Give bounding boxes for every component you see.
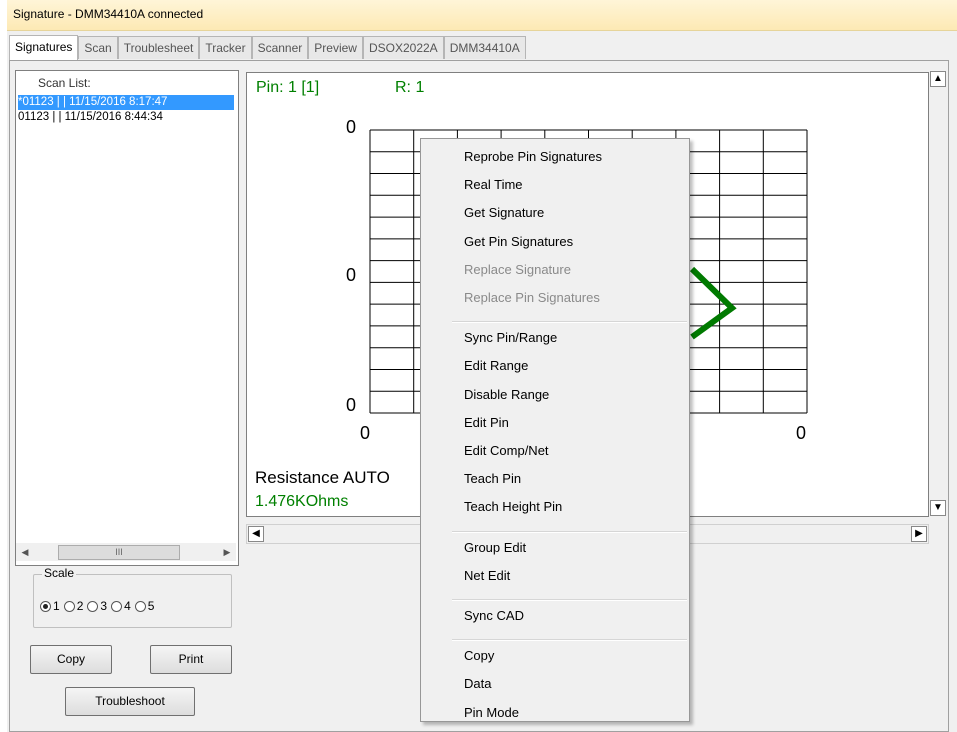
tab-troubleshoot[interactable]: Troublesheet bbox=[117, 36, 200, 59]
menu-item-data[interactable]: Data bbox=[464, 676, 491, 691]
x-axis-right-label: 0 bbox=[796, 423, 807, 443]
context-menu: Reprobe Pin Signatures Real Time Get Signa… bbox=[420, 138, 690, 722]
menu-item-net-edit[interactable]: Net Edit bbox=[464, 568, 510, 583]
menu-item-edit-range[interactable]: Edit Range bbox=[464, 358, 528, 373]
measurement-value: 1.476KOhms bbox=[255, 493, 349, 510]
radio-icon bbox=[111, 600, 123, 612]
scroll-left-icon[interactable]: ◀ bbox=[16, 543, 34, 561]
scan-list-item[interactable]: 01123 | | 11/15/2016 8:44:34 bbox=[18, 110, 234, 125]
tab-preview[interactable]: Preview bbox=[308, 36, 363, 59]
menu-item-replace-pin-signatures: Replace Pin Signatures bbox=[464, 290, 600, 305]
scale-option-label: 4 bbox=[124, 599, 131, 613]
signature-trace bbox=[689, 266, 737, 340]
scroll-left-icon[interactable]: ◀ bbox=[248, 526, 264, 542]
scale-radio-1[interactable]: 1 bbox=[40, 599, 60, 613]
scale-option-label: 3 bbox=[100, 599, 108, 613]
troubleshoot-button[interactable]: Troubleshoot bbox=[65, 687, 195, 716]
radio-icon bbox=[63, 600, 75, 612]
scale-option-label: 5 bbox=[147, 599, 155, 613]
menu-separator bbox=[452, 530, 687, 533]
radio-selected-icon bbox=[40, 600, 51, 612]
menu-item-get-pin-signatures[interactable]: Get Pin Signatures bbox=[464, 234, 573, 249]
window-title: Signature - DMM34410A connected bbox=[13, 7, 204, 21]
scale-radio-4[interactable]: 4 bbox=[111, 599, 131, 613]
menu-item-sync-cad[interactable]: Sync CAD bbox=[464, 608, 524, 623]
tab-dsox2022a[interactable]: DSOX2022A bbox=[362, 36, 444, 59]
menu-item-get-signature[interactable]: Get Signature bbox=[464, 205, 544, 220]
plot-vscrollbar[interactable]: ▲ ▼ bbox=[929, 70, 947, 518]
scroll-up-icon[interactable]: ▲ bbox=[930, 71, 946, 87]
menu-item-teach-height-pin[interactable]: Teach Height Pin bbox=[464, 499, 562, 514]
menu-item-replace-signature: Replace Signature bbox=[464, 261, 571, 277]
radio-icon bbox=[134, 600, 146, 612]
x-axis-left-label: 0 bbox=[360, 423, 371, 443]
menu-item-group-edit[interactable]: Group Edit bbox=[464, 540, 526, 555]
menu-item-disable-range[interactable]: Disable Range bbox=[464, 387, 549, 402]
menu-item-pin-mode[interactable]: Pin Mode bbox=[464, 705, 519, 720]
title-bar: Signature - DMM34410A connected bbox=[7, 0, 957, 31]
menu-item-teach-pin[interactable]: Teach Pin bbox=[464, 471, 521, 486]
menu-separator bbox=[452, 599, 687, 601]
menu-item-sync-pin-range[interactable]: Sync Pin/Range bbox=[464, 330, 557, 345]
tab-scan[interactable]: Scan bbox=[78, 36, 118, 59]
scan-list[interactable]: Scan List: *01123 | | 11/15/2016 8:17:47… bbox=[15, 70, 239, 566]
scan-list-header: Scan List: bbox=[38, 76, 91, 90]
scroll-right-icon[interactable]: ▶ bbox=[911, 526, 927, 542]
copy-button[interactable]: Copy bbox=[30, 645, 112, 674]
y-axis-top-label: 0 bbox=[346, 117, 357, 137]
radio-icon bbox=[87, 600, 99, 612]
tab-signatures[interactable]: Signatures bbox=[9, 35, 79, 60]
scale-option-label: 2 bbox=[76, 599, 84, 613]
menu-item-edit-pin[interactable]: Edit Pin bbox=[464, 415, 509, 430]
tab-scanner[interactable]: Scanner bbox=[251, 36, 309, 59]
tab-bar: Signatures Scan Troublesheet Tracker Sca… bbox=[9, 35, 526, 60]
scroll-down-icon[interactable]: ▼ bbox=[930, 500, 946, 516]
scale-group: Scale 1 2 3 4 5 bbox=[33, 566, 232, 628]
menu-item-edit-comp-net[interactable]: Edit Comp/Net bbox=[464, 443, 549, 458]
tab-tracker[interactable]: Tracker bbox=[199, 36, 252, 59]
scale-legend: Scale bbox=[42, 566, 77, 580]
y-axis-mid-label: 0 bbox=[346, 265, 357, 285]
scale-option-label: 1 bbox=[53, 599, 60, 613]
scale-radio-2[interactable]: 2 bbox=[63, 599, 84, 613]
scan-list-item[interactable]: *01123 | | 11/15/2016 8:17:47 bbox=[18, 95, 234, 110]
scroll-thumb[interactable]: III bbox=[58, 545, 180, 560]
print-button[interactable]: Print bbox=[150, 645, 232, 674]
y-axis-bottom-label: 0 bbox=[346, 395, 357, 415]
scroll-right-icon[interactable]: ▶ bbox=[218, 543, 236, 561]
tab-dmm34410a[interactable]: DMM34410A bbox=[443, 36, 526, 59]
menu-separator bbox=[452, 639, 687, 642]
scale-radio-5[interactable]: 5 bbox=[134, 599, 155, 613]
menu-item-real-time[interactable]: Real Time bbox=[464, 177, 523, 192]
scale-radio-3[interactable]: 3 bbox=[87, 599, 107, 613]
measurement-mode: Resistance AUTO bbox=[255, 468, 390, 487]
menu-item-reprobe-pin-signatures[interactable]: Reprobe Pin Signatures bbox=[464, 149, 602, 164]
menu-item-copy[interactable]: Copy bbox=[464, 648, 494, 663]
menu-separator bbox=[452, 321, 687, 324]
scan-list-hscrollbar[interactable]: ◀ III ▶ bbox=[16, 543, 236, 561]
